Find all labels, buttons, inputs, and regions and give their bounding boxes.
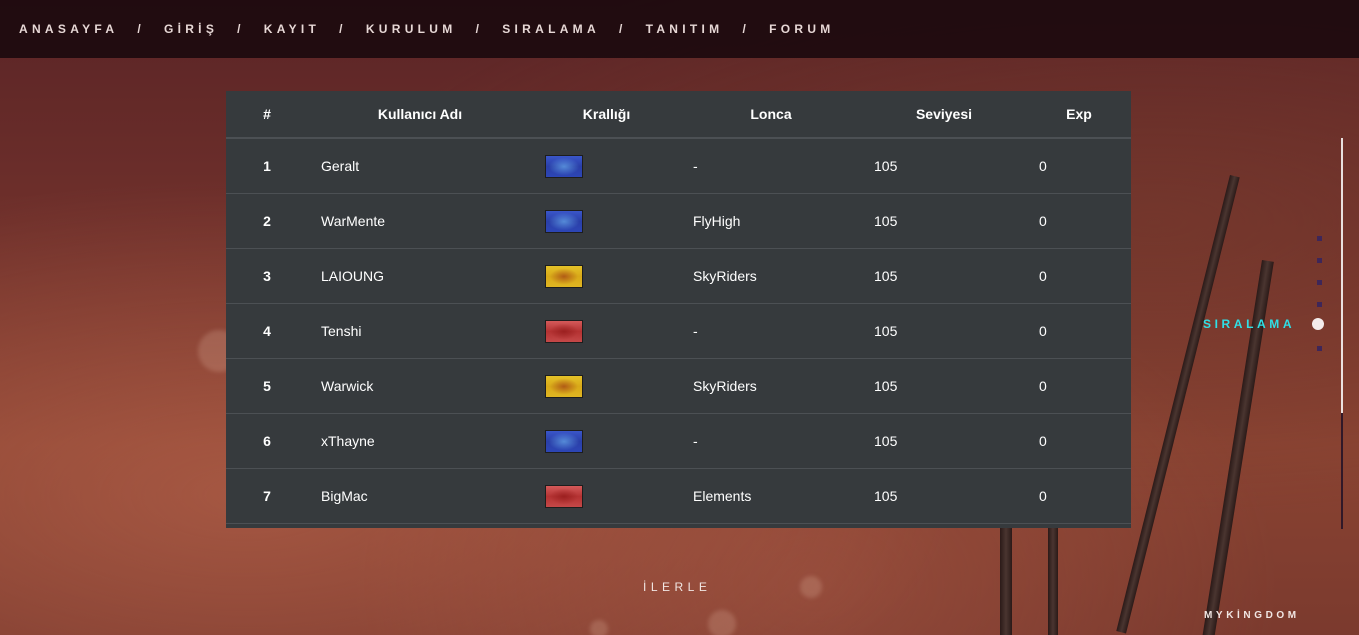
exp-cell: 0 [1027,248,1131,304]
side-progress-line [1341,138,1343,413]
guild-cell: - [681,138,861,194]
guild-cell: SkyRiders [681,248,861,304]
kingdom-flag-icon [545,319,583,343]
level-cell: 105 [861,468,1027,524]
side-progress-track [1341,413,1343,529]
nav-item-giris[interactable]: GİRİŞ [164,22,218,36]
side-nav-active-label: SIRALAMA [1203,317,1296,331]
nav-separator: / [237,22,245,36]
username-cell[interactable]: xThayne [308,413,532,469]
kingdom-cell [532,193,681,249]
kingdom-flag-icon [545,374,583,398]
rank-cell: 6 [226,413,308,469]
ranking-panel: # Kullanıcı Adı Krallığı Lonca Seviyesi … [226,91,1131,528]
guild-cell: Elements [681,468,861,524]
brand-logo-text: MYKİNGDOM [1204,610,1300,621]
col-kingdom-header: Krallığı [532,91,681,139]
rank-cell: 4 [226,303,308,359]
rank-cell: 1 [226,138,308,194]
level-cell: 105 [861,303,1027,359]
col-guild-header: Lonca [681,91,861,139]
exp-cell: 0 [1027,358,1131,414]
kingdom-flag-icon [545,264,583,288]
kingdom-flag-icon [545,154,583,178]
rank-cell: 5 [226,358,308,414]
side-nav-dot[interactable] [1317,280,1322,285]
nav-item-kurulum[interactable]: KURULUM [366,22,457,36]
nav-item-anasayfa[interactable]: ANASAYFA [19,22,118,36]
nav-separator: / [339,22,347,36]
level-cell: 105 [861,193,1027,249]
main-nav: ANASAYFA / GİRİŞ / KAYIT / KURULUM / SIR… [19,22,835,36]
exp-cell: 0 [1027,303,1131,359]
level-cell: 105 [861,138,1027,194]
username-cell[interactable]: LAIOUNG [308,248,532,304]
table-row: 1 Geralt -105 0 [226,138,1131,194]
nav-separator: / [137,22,145,36]
kingdom-cell [532,358,681,414]
col-rank-header: # [226,91,308,139]
username-cell[interactable]: Geralt [308,138,532,194]
kingdom-cell [532,248,681,304]
exp-cell: 0 [1027,193,1131,249]
table-row: 3 LAIOUNG SkyRiders 105 0 [226,248,1131,304]
ranking-table: # Kullanıcı Adı Krallığı Lonca Seviyesi … [226,91,1131,524]
rank-cell: 7 [226,468,308,524]
nav-item-siralama[interactable]: SIRALAMA [502,22,600,36]
level-cell: 105 [861,413,1027,469]
guild-cell: FlyHigh [681,193,861,249]
kingdom-cell [532,138,681,194]
username-cell[interactable]: Warwick [308,358,532,414]
next-page-link[interactable]: İLERLE [643,580,711,594]
side-nav-dot[interactable] [1317,346,1322,351]
table-header-row: # Kullanıcı Adı Krallığı Lonca Seviyesi … [226,91,1131,139]
nav-item-forum[interactable]: FORUM [769,22,835,36]
level-cell: 105 [861,248,1027,304]
side-nav-dot-active[interactable] [1312,318,1324,330]
side-nav-dot[interactable] [1317,302,1322,307]
kingdom-cell [532,303,681,359]
nav-separator: / [618,22,627,36]
nav-separator: / [475,22,484,36]
rank-cell: 2 [226,193,308,249]
table-row: 4 Tenshi -105 0 [226,303,1131,359]
side-nav-dot[interactable] [1317,258,1322,263]
exp-cell: 0 [1027,468,1131,524]
username-cell[interactable]: BigMac [308,468,532,524]
exp-cell: 0 [1027,413,1131,469]
top-navbar: ANASAYFA / GİRİŞ / KAYIT / KURULUM / SIR… [0,0,1359,58]
guild-cell: - [681,413,861,469]
kingdom-flag-icon [545,484,583,508]
col-exp-header: Exp [1027,91,1131,139]
col-level-header: Seviyesi [861,91,1027,139]
kingdom-cell [532,413,681,469]
table-row: 7 BigMac Elements 105 0 [226,468,1131,524]
nav-separator: / [742,22,751,36]
username-cell[interactable]: Tenshi [308,303,532,359]
guild-cell: - [681,303,861,359]
nav-item-tanitim[interactable]: TANITIM [646,22,724,36]
username-cell[interactable]: WarMente [308,193,532,249]
table-row: 6 xThayne -105 0 [226,413,1131,469]
table-row: 2 WarMente FlyHigh 105 0 [226,193,1131,249]
kingdom-flag-icon [545,209,583,233]
kingdom-flag-icon [545,429,583,453]
side-nav-dot[interactable] [1317,236,1322,241]
kingdom-cell [532,468,681,524]
nav-item-kayit[interactable]: KAYIT [264,22,320,36]
col-username-header: Kullanıcı Adı [308,91,532,139]
table-row: 5 Warwick SkyRiders 105 0 [226,358,1131,414]
guild-cell: SkyRiders [681,358,861,414]
level-cell: 105 [861,358,1027,414]
exp-cell: 0 [1027,138,1131,194]
rank-cell: 3 [226,248,308,304]
